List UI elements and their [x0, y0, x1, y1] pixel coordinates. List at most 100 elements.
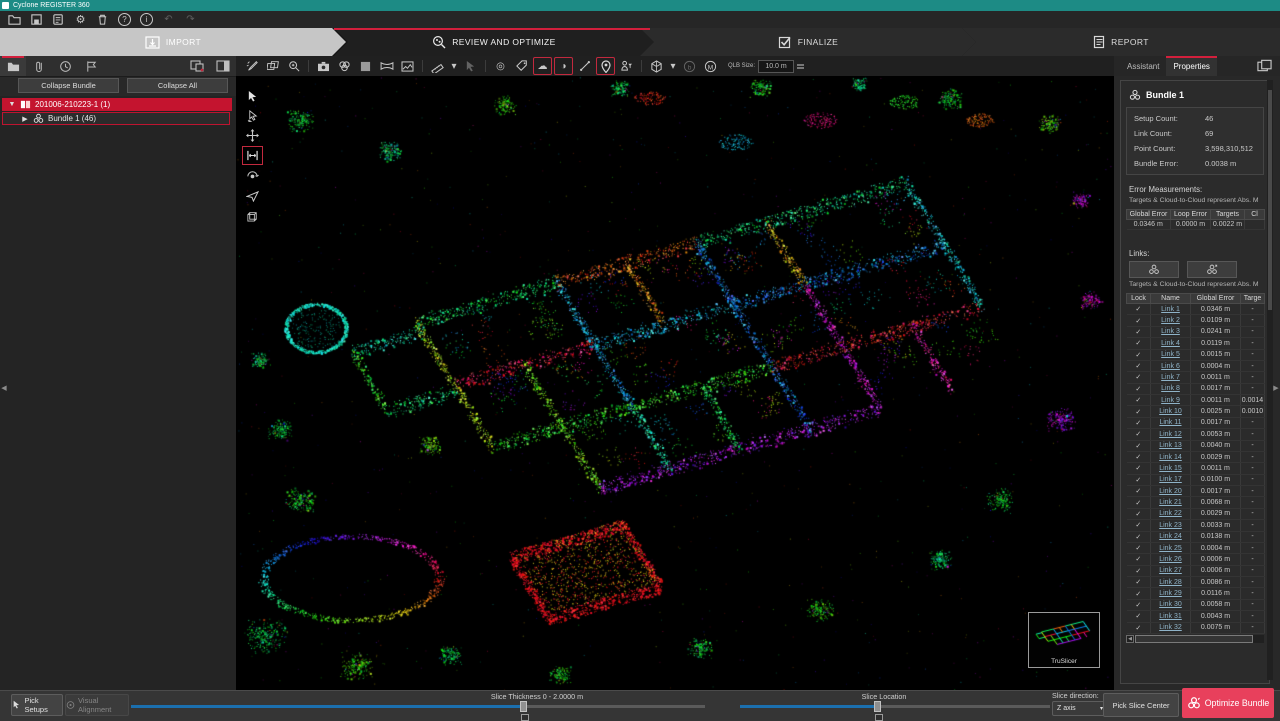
pointcloud-canvas[interactable]: [236, 76, 1114, 690]
pick-cursor-icon[interactable]: [242, 106, 263, 125]
lock-check[interactable]: ✓: [1127, 554, 1151, 565]
lock-check[interactable]: ✓: [1127, 395, 1151, 406]
lock-check[interactable]: ✓: [1127, 588, 1151, 599]
lock-check[interactable]: ✓: [1127, 508, 1151, 519]
table-row[interactable]: ✓ Link 20 0.0017 m -: [1127, 486, 1265, 497]
link-name[interactable]: Link 22: [1159, 510, 1182, 517]
table-row[interactable]: ✓ Link 31 0.0043 m -: [1127, 611, 1265, 622]
line-measure-icon[interactable]: [575, 57, 594, 75]
link-name[interactable]: Link 13: [1159, 442, 1182, 449]
cloud-to-cloud-icon[interactable]: ☁: [533, 57, 552, 75]
lock-check[interactable]: ✓: [1127, 599, 1151, 610]
settings-icon[interactable]: ⚙: [73, 12, 88, 27]
link-name[interactable]: Link 25: [1159, 545, 1182, 552]
right-panel-collapse-handle[interactable]: ▶: [1272, 380, 1280, 396]
links-hscrollbar[interactable]: ◀: [1126, 635, 1264, 643]
tree-item-project[interactable]: ▼ 201006-210223-1 (1): [2, 98, 232, 111]
link-name[interactable]: Link 5: [1161, 351, 1180, 358]
slice-location-handle[interactable]: [874, 701, 881, 712]
table-row[interactable]: ✓ Link 1 0.0346 m -: [1127, 304, 1265, 315]
slice-direction-select[interactable]: Z axis ▾: [1052, 701, 1108, 716]
lock-check[interactable]: ✓: [1127, 531, 1151, 542]
table-row[interactable]: ✓ Link 6 0.0004 m -: [1127, 360, 1265, 371]
tab-tags[interactable]: [78, 56, 104, 76]
contrast-icon[interactable]: ◑: [554, 57, 573, 75]
collapse-all-button[interactable]: Collapse All: [127, 78, 228, 93]
delete-icon[interactable]: [95, 12, 110, 27]
link-name[interactable]: Link 3: [1161, 328, 1180, 335]
float-panel-icon[interactable]: [184, 56, 210, 76]
lock-check[interactable]: ✓: [1127, 474, 1151, 485]
save-project-icon[interactable]: [29, 12, 44, 27]
workflow-step-review-optimize[interactable]: REVIEW AND OPTIMIZE: [334, 28, 654, 56]
link-name[interactable]: Link 21: [1159, 499, 1182, 506]
report-manager-icon[interactable]: [51, 12, 66, 27]
table-row[interactable]: ✓ Link 15 0.0011 m -: [1127, 463, 1265, 474]
link-name[interactable]: Link 17: [1159, 476, 1182, 483]
table-row[interactable]: ✓ Link 12 0.0053 m -: [1127, 429, 1265, 440]
table-row[interactable]: ✓ Link 4 0.0119 m -: [1127, 338, 1265, 349]
slice-tool-icon[interactable]: [242, 146, 263, 165]
fly-icon[interactable]: [242, 186, 263, 205]
table-row[interactable]: ✓ Link 30 0.0058 m -: [1127, 599, 1265, 610]
tab-properties[interactable]: Properties: [1166, 56, 1216, 76]
tab-project-explorer[interactable]: [0, 56, 26, 76]
table-row[interactable]: ✓ Link 5 0.0015 m -: [1127, 349, 1265, 360]
link-name[interactable]: Link 24: [1159, 533, 1182, 540]
link-name[interactable]: Link 23: [1159, 522, 1182, 529]
visual-alignment-button[interactable]: Visual Alignment: [65, 694, 129, 716]
table-row[interactable]: ✓ Link 14 0.0029 m -: [1127, 451, 1265, 462]
link-name[interactable]: Link 30: [1159, 601, 1182, 608]
color-mode-icon[interactable]: [335, 57, 354, 75]
table-row[interactable]: ✓ Link 13 0.0040 m -: [1127, 440, 1265, 451]
grayscale-mode-icon[interactable]: [356, 57, 375, 75]
lock-check[interactable]: ✓: [1127, 463, 1151, 474]
pick-setups-button[interactable]: Pick Setups: [11, 694, 63, 716]
link-add-button[interactable]: [1129, 261, 1179, 278]
lock-check[interactable]: ✓: [1127, 440, 1151, 451]
column-header[interactable]: Targets: [1211, 210, 1245, 220]
column-header-name[interactable]: Name: [1151, 294, 1191, 304]
link-name[interactable]: Link 12: [1159, 431, 1182, 438]
workflow-step-finalize[interactable]: FINALIZE: [640, 28, 976, 56]
link-name[interactable]: Link 15: [1159, 465, 1182, 472]
link-name[interactable]: Link 8: [1161, 385, 1180, 392]
link-name[interactable]: Link 32: [1159, 624, 1182, 631]
table-row[interactable]: ✓ Link 3 0.0241 m -: [1127, 326, 1265, 337]
lock-check[interactable]: ✓: [1127, 406, 1151, 417]
column-header[interactable]: Cl: [1245, 210, 1265, 220]
tag-icon[interactable]: [512, 57, 531, 75]
link-name[interactable]: Link 6: [1161, 363, 1180, 370]
location-pin-icon[interactable]: [596, 57, 615, 75]
scroll-left-arrow[interactable]: ◀: [1126, 635, 1134, 643]
optimize-bundle-button[interactable]: Optimize Bundle: [1182, 688, 1274, 718]
lock-check[interactable]: ✓: [1127, 497, 1151, 508]
truslicer-inset[interactable]: TruSlicer: [1028, 612, 1100, 668]
link-name[interactable]: Link 26: [1159, 556, 1182, 563]
image-view-icon[interactable]: [398, 57, 417, 75]
workflow-step-import[interactable]: IMPORT: [0, 28, 346, 56]
tab-assistant[interactable]: Assistant: [1120, 56, 1166, 76]
workflow-step-report[interactable]: REPORT: [962, 28, 1280, 56]
table-row[interactable]: ✓ Link 11 0.0017 m -: [1127, 417, 1265, 428]
table-row[interactable]: ✓ Link 23 0.0033 m -: [1127, 520, 1265, 531]
table-row[interactable]: ✓ Link 32 0.0075 m -: [1127, 622, 1265, 633]
target-icon[interactable]: ◎: [491, 57, 510, 75]
column-header-global-error[interactable]: Global Error: [1191, 294, 1241, 304]
snapshot-icon[interactable]: [314, 57, 333, 75]
bundle-cloud-b-icon[interactable]: b: [680, 57, 699, 75]
qlb-stepper[interactable]: [797, 64, 804, 69]
table-row[interactable]: ✓ Link 22 0.0029 m -: [1127, 508, 1265, 519]
lock-check[interactable]: ✓: [1127, 542, 1151, 553]
lock-check[interactable]: ✓: [1127, 577, 1151, 588]
tree-item-bundle[interactable]: ▶ Bundle 1 (46): [2, 112, 230, 125]
column-header-targets[interactable]: Targe: [1241, 294, 1265, 304]
caret-right-icon[interactable]: ▶: [21, 115, 29, 123]
collapse-bundle-button[interactable]: Collapse Bundle: [18, 78, 119, 93]
lock-check[interactable]: ✓: [1127, 372, 1151, 383]
lock-check[interactable]: ✓: [1127, 622, 1151, 633]
lock-check[interactable]: ✓: [1127, 383, 1151, 394]
cube-view-icon[interactable]: [242, 206, 263, 225]
link-name[interactable]: Link 28: [1159, 579, 1182, 586]
link-name[interactable]: Link 31: [1159, 613, 1182, 620]
